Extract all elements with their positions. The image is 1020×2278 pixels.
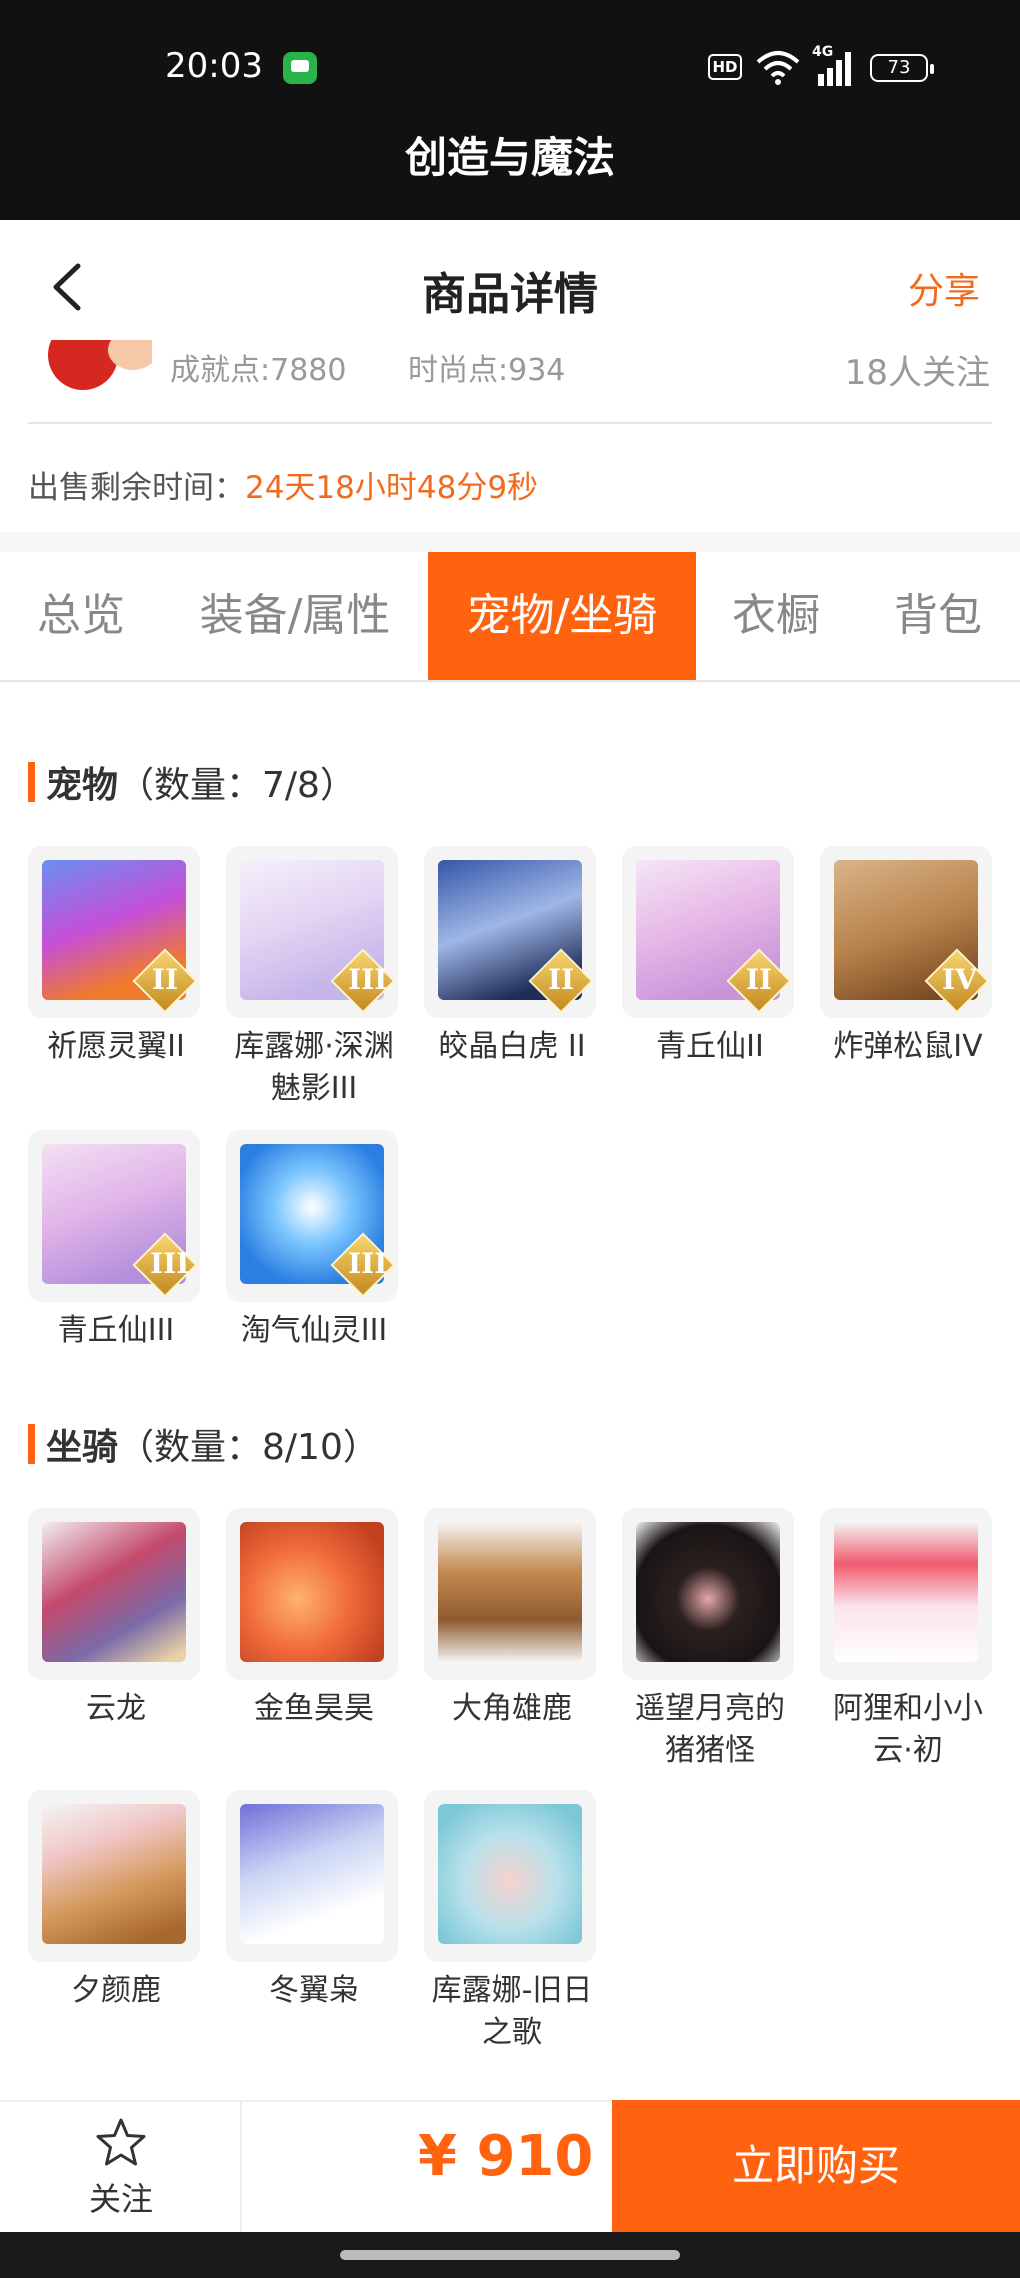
pet-thumbnail: III [28,1130,200,1302]
mount-name: 冬翼枭 [269,1973,359,2008]
section-gap [0,532,1020,552]
tab-equipment[interactable]: 装备/属性 [162,552,428,680]
mount-thumbnail [424,1508,596,1680]
mount-thumbnail [226,1790,398,1962]
rank-text: IV [942,963,977,996]
rank-text: II [745,963,773,996]
pets-count: （数量：7/8） [118,765,356,806]
mount-name: 夕颜鹿 [71,1973,161,2008]
mount-name: 大角雄鹿 [452,1691,572,1726]
pet-name: 青丘仙III [57,1313,175,1348]
battery-icon: 73 [870,54,934,82]
tab-overview[interactable]: 总览 [0,552,162,680]
mount-card[interactable]: 大角雄鹿 [424,1508,600,1730]
sale-remaining: 出售剩余时间：24天18小时48分9秒 [28,462,538,507]
rank-text: II [151,963,179,996]
mount-card[interactable]: 阿狸和小小云·初 [820,1508,996,1772]
home-indicator-bar [0,2232,1020,2278]
price: ¥ 910 [418,2124,594,2189]
rank-text: III [150,1247,190,1280]
pets-title: 宠物 [46,765,119,806]
tab-pets-mounts[interactable]: 宠物/坐骑 [428,552,696,680]
pet-name: 炸弹松鼠IV [833,1029,983,1064]
mount-name: 金鱼昊昊 [254,1691,374,1726]
mount-thumbnail [622,1508,794,1680]
mount-thumbnail [820,1508,992,1680]
mount-thumbnail [226,1508,398,1680]
rank-text: III [348,1247,388,1280]
followers-count: 18人关注 [844,353,990,393]
pet-card[interactable]: II 皎晶白虎 II [424,846,600,1068]
mount-card[interactable]: 金鱼昊昊 [226,1508,402,1730]
mount-name: 库露娜-旧日之歌 [431,1973,593,2050]
pets-section-title: 宠物（数量：7/8） [28,756,356,808]
buy-now-button[interactable]: 立即购买 [612,2100,1020,2232]
mount-card[interactable]: 云龙 [28,1508,204,1730]
page-title: 商品详情 [422,269,598,320]
mounts-count: （数量：8/10） [118,1427,379,1468]
status-bar: 20:03 HD 4G 73 [0,0,1020,120]
follow-label[interactable]: 关注 [0,2174,242,2220]
mount-thumbnail [424,1790,596,1962]
pet-name: 青丘仙II [656,1029,764,1064]
star-icon[interactable] [94,2116,148,2170]
mount-thumbnail [28,1508,200,1680]
mount-name: 阿狸和小小云·初 [833,1691,983,1768]
tab-bar: 总览 装备/属性 宠物/坐骑 衣橱 背包 [0,552,1020,682]
mounts-title: 坐骑 [46,1427,119,1468]
pet-name: 祈愿灵翼II [47,1029,185,1064]
rank-text: II [547,963,575,996]
pet-card[interactable]: III 青丘仙III [28,1130,204,1352]
avatar [28,340,152,396]
mounts-section-title: 坐骑（数量：8/10） [28,1418,379,1470]
hd-icon: HD [708,54,742,80]
pet-card[interactable]: II 祈愿灵翼II [28,846,204,1068]
network-type: 4G [812,44,834,60]
sale-remaining-value: 24天18小时48分9秒 [245,470,539,506]
mount-card[interactable]: 冬翼枭 [226,1790,402,2012]
sale-remaining-label: 出售剩余时间： [28,470,245,506]
mount-name: 遥望月亮的猪猪怪 [635,1691,785,1768]
mount-card[interactable]: 遥望月亮的猪猪怪 [622,1508,798,1772]
pet-thumbnail: II [28,846,200,1018]
pet-name: 淘气仙灵III [240,1313,388,1348]
tab-wardrobe[interactable]: 衣橱 [696,552,856,680]
app-title: 创造与魔法 [404,133,615,182]
wifi-icon [756,51,800,85]
mount-card[interactable]: 夕颜鹿 [28,1790,204,2012]
divider [28,422,992,424]
pet-card[interactable]: IV 炸弹松鼠IV [820,846,996,1068]
pet-name: 皎晶白虎 II [438,1029,586,1064]
mount-card[interactable]: 库露娜-旧日之歌 [424,1790,600,2054]
pet-thumbnail: II [622,846,794,1018]
pet-thumbnail: IV [820,846,992,1018]
pet-thumbnail: III [226,846,398,1018]
pet-card[interactable]: II 青丘仙II [622,846,798,1068]
pet-name: 库露娜·深渊魅影III [234,1029,394,1106]
achievement-points: 成就点:7880 [170,353,347,388]
fashion-points: 时尚点:934 [408,353,566,388]
mount-name: 云龙 [86,1691,146,1726]
home-indicator[interactable] [340,2250,680,2260]
pet-thumbnail: II [424,846,596,1018]
rank-text: III [348,963,388,996]
mount-thumbnail [28,1790,200,1962]
status-time: 20:03 [165,46,263,86]
pet-card[interactable]: III 淘气仙灵III [226,1130,402,1352]
message-icon [283,52,317,84]
share-button[interactable]: 分享 [908,262,980,314]
pet-card[interactable]: III 库露娜·深渊魅影III [226,846,402,1110]
pet-thumbnail: III [226,1130,398,1302]
tab-backpack[interactable]: 背包 [856,552,1020,680]
